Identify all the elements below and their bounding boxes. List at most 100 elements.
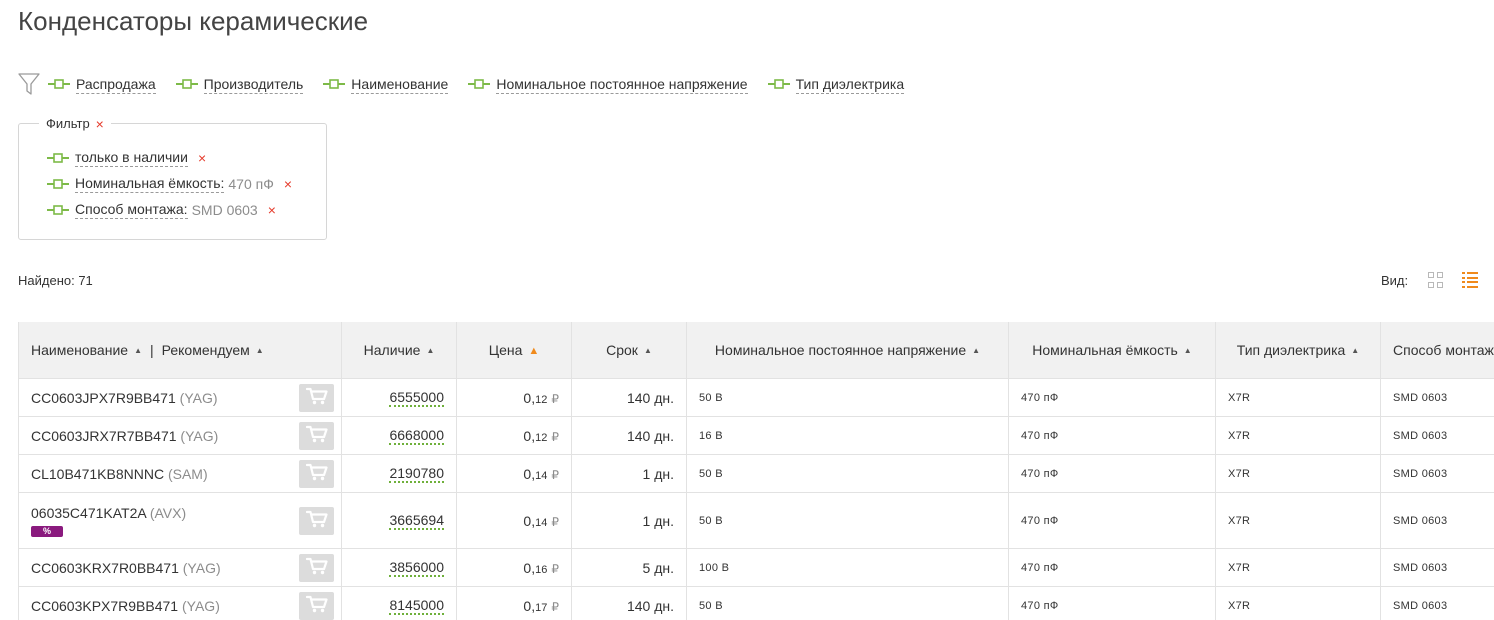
- filter-chip-label[interactable]: Тип диэлектрика: [795, 75, 905, 94]
- sort-arrow-icon[interactable]: ▲: [426, 346, 434, 355]
- cell-mounting: SMD 0603: [1380, 492, 1494, 549]
- column-header-stock-label: Наличие: [363, 342, 421, 358]
- active-filter-label[interactable]: только в наличии: [75, 148, 188, 167]
- sort-by-recommended[interactable]: Рекомендуем: [162, 342, 250, 358]
- sort-arrow-icon[interactable]: ▲: [1351, 346, 1359, 355]
- column-header-dielectric[interactable]: Тип диэлектрика ▲: [1215, 322, 1381, 379]
- cell-name: CC0603JPX7R9BB471 (YAG): [18, 378, 342, 417]
- cell-price: 0,14 ₽: [456, 492, 572, 549]
- sort-arrow-icon[interactable]: ▲: [256, 346, 264, 355]
- product-name-link[interactable]: CC0603JRX7R7BB471: [31, 428, 177, 444]
- cell-capacitance: 470 пФ: [1008, 378, 1216, 417]
- active-filter-label[interactable]: Номинальная ёмкость:: [75, 174, 225, 193]
- active-sort-arrow-icon[interactable]: ▲: [528, 345, 539, 357]
- column-header-stock[interactable]: Наличие ▲: [341, 322, 457, 379]
- stock-value[interactable]: 6668000: [389, 427, 444, 445]
- add-to-cart-button[interactable]: [299, 506, 334, 535]
- cell-dielectric: X7R: [1215, 416, 1381, 455]
- cart-icon: [305, 595, 328, 616]
- filter-chip[interactable]: Наименование: [323, 75, 449, 94]
- currency-symbol: ₽: [551, 561, 559, 576]
- stock-value[interactable]: 2190780: [389, 465, 444, 483]
- list-view-icon[interactable]: [1462, 272, 1479, 288]
- price-integer: 0,: [523, 559, 536, 576]
- cell-term: 140 дн.: [571, 416, 687, 455]
- range-slider-icon: [48, 78, 70, 90]
- cart-icon: [305, 387, 328, 408]
- column-header-name: Наименование ▲ | Рекомендуем ▲: [18, 322, 342, 379]
- cell-term: 5 дн.: [571, 548, 687, 587]
- add-to-cart-button[interactable]: [299, 553, 334, 582]
- sort-arrow-icon[interactable]: ▲: [644, 346, 652, 355]
- table-row: CL10B471KB8NNNC (SAM) 2190780 0,14 ₽1 дн. 50…: [18, 454, 1494, 493]
- add-to-cart-button[interactable]: [299, 383, 334, 412]
- stock-value[interactable]: 6555000: [389, 389, 444, 407]
- add-to-cart-button[interactable]: [299, 421, 334, 450]
- add-to-cart-button[interactable]: [299, 591, 334, 620]
- product-name-link[interactable]: CL10B471KB8NNNC: [31, 466, 164, 482]
- cell-name: CC0603JRX7R7BB471 (YAG): [18, 416, 342, 455]
- cell-voltage: 50 В: [686, 492, 1009, 549]
- cell-capacitance: 470 пФ: [1008, 586, 1216, 620]
- cell-stock: 3856000: [341, 548, 457, 587]
- sort-arrow-icon[interactable]: ▲: [972, 346, 980, 355]
- add-to-cart-button[interactable]: [299, 459, 334, 488]
- filter-box-title: Фильтр: [46, 116, 90, 131]
- cell-dielectric: X7R: [1215, 454, 1381, 493]
- price-integer: 0,: [523, 512, 536, 529]
- cell-mounting: SMD 0603: [1380, 548, 1494, 587]
- stock-value[interactable]: 8145000: [389, 597, 444, 615]
- cell-stock: 2190780: [341, 454, 457, 493]
- cart-icon: [305, 557, 328, 578]
- filter-chip-label[interactable]: Распродажа: [76, 75, 156, 94]
- sort-arrow-icon[interactable]: ▲: [1184, 346, 1192, 355]
- cell-voltage: 16 В: [686, 416, 1009, 455]
- cell-dielectric: X7R: [1215, 378, 1381, 417]
- remove-filter-icon[interactable]: ×: [268, 203, 276, 217]
- column-header-capacitance-label: Номинальная ёмкость: [1032, 342, 1178, 358]
- range-slider-icon: [47, 178, 69, 190]
- cell-capacitance: 470 пФ: [1008, 416, 1216, 455]
- cell-voltage: 100 В: [686, 548, 1009, 587]
- stock-value[interactable]: 3665694: [389, 512, 444, 530]
- filter-chip[interactable]: Распродажа: [48, 75, 156, 94]
- cart-icon: [305, 510, 328, 531]
- column-header-term[interactable]: Срок ▲: [571, 322, 687, 379]
- funnel-icon[interactable]: [18, 72, 40, 96]
- product-name-link[interactable]: CC0603KPX7R9BB471: [31, 598, 178, 614]
- sort-by-name[interactable]: Наименование: [31, 342, 128, 358]
- column-header-price[interactable]: Цена ▲: [456, 322, 572, 379]
- cell-name: CL10B471KB8NNNC (SAM): [18, 454, 342, 493]
- product-name-link[interactable]: 06035C471KAT2A: [31, 505, 146, 521]
- product-name-link[interactable]: CC0603JPX7R9BB471: [31, 390, 176, 406]
- sort-arrow-icon[interactable]: ▲: [134, 346, 142, 355]
- filter-chip[interactable]: Номинальное постоянное напряжение: [468, 75, 748, 94]
- grid-view-icon[interactable]: [1428, 272, 1444, 288]
- remove-filter-icon[interactable]: ×: [198, 151, 206, 165]
- filter-chip[interactable]: Тип диэлектрика: [767, 75, 905, 94]
- column-header-voltage-label: Номинальное постоянное напряжение: [714, 342, 967, 358]
- cell-price: 0,12 ₽: [456, 378, 572, 417]
- price-integer: 0,: [523, 465, 536, 482]
- clear-all-filters-icon[interactable]: ×: [96, 117, 104, 131]
- product-name-link[interactable]: CC0603KRX7R0BB471: [31, 560, 179, 576]
- filter-chip-label[interactable]: Номинальное постоянное напряжение: [496, 75, 748, 94]
- range-slider-icon: [468, 78, 491, 90]
- remove-filter-icon[interactable]: ×: [284, 177, 292, 191]
- currency-symbol: ₽: [551, 391, 559, 406]
- column-header-mounting[interactable]: Способ монтажа: [1380, 322, 1494, 379]
- column-header-voltage[interactable]: Номинальное постоянное напряжение ▲: [686, 322, 1009, 379]
- active-filter-label[interactable]: Способ монтажа:: [75, 200, 188, 219]
- cell-name: CC0603KRX7R0BB471 (YAG): [18, 548, 342, 587]
- filter-chip-label[interactable]: Производитель: [203, 75, 304, 94]
- price-integer: 0,: [523, 427, 536, 444]
- stock-value[interactable]: 3856000: [389, 559, 444, 577]
- products-table: Наименование ▲ | Рекомендуем ▲ Наличие ▲ Цена…: [18, 322, 1494, 620]
- column-header-capacitance[interactable]: Номинальная ёмкость ▲: [1008, 322, 1216, 379]
- filter-chip[interactable]: Производитель: [175, 75, 304, 94]
- active-filter-value: 470 пФ: [228, 175, 274, 192]
- filter-chip-label[interactable]: Наименование: [351, 75, 449, 94]
- cell-capacitance: 470 пФ: [1008, 492, 1216, 549]
- cell-term: 140 дн.: [571, 378, 687, 417]
- price-decimal: 17: [535, 601, 548, 614]
